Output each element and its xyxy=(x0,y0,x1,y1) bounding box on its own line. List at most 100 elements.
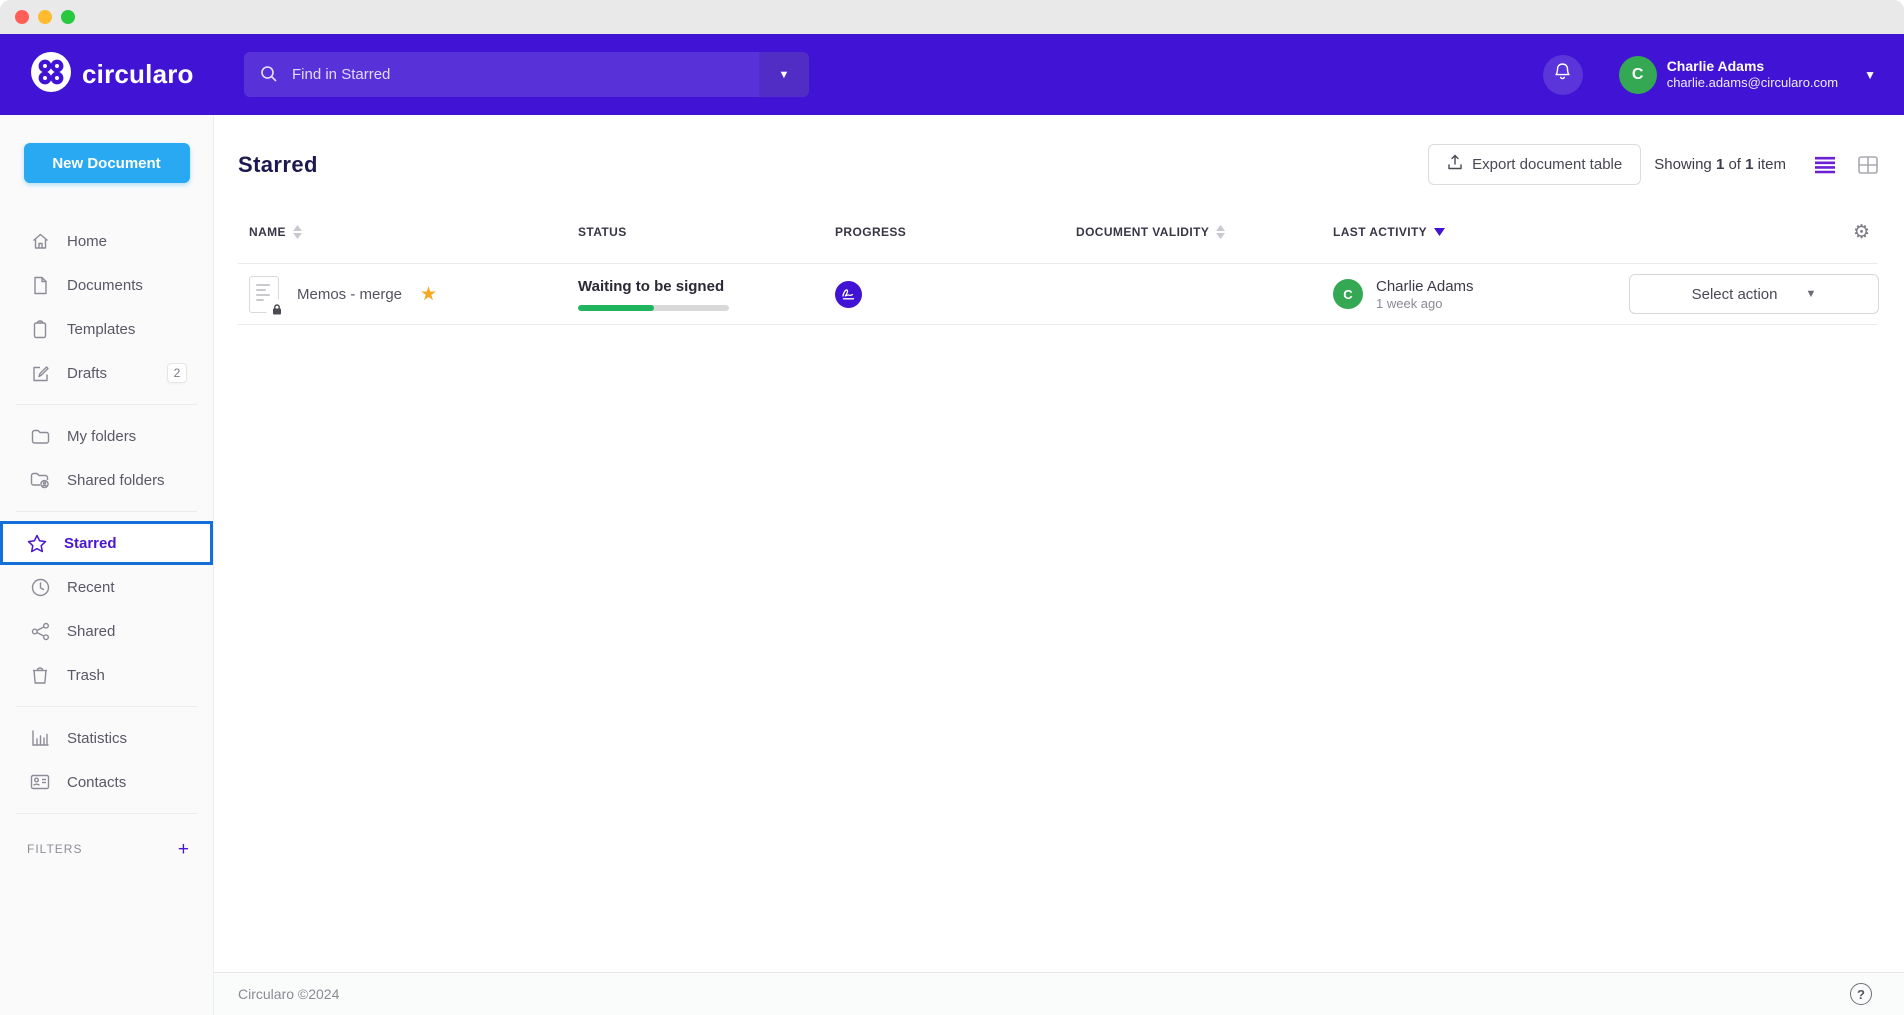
home-icon xyxy=(30,232,50,251)
sidebar: New Document Home Documents xyxy=(0,115,214,1015)
sidebar-item-contacts[interactable]: Contacts xyxy=(0,760,213,804)
column-header-progress[interactable]: PROGRESS xyxy=(835,225,1076,239)
user-menu-caret-icon: ▼ xyxy=(1864,68,1876,82)
sidebar-divider xyxy=(16,813,197,814)
new-document-button[interactable]: New Document xyxy=(24,143,190,183)
bell-icon xyxy=(1553,62,1572,87)
brand-name: circularo xyxy=(82,59,194,90)
brand-logo[interactable]: circularo xyxy=(0,51,214,98)
sidebar-item-shared[interactable]: Shared xyxy=(0,609,213,653)
search-bar[interactable]: ▼ xyxy=(244,52,809,97)
copyright-text: Circularo ©2024 xyxy=(238,986,339,1002)
signature-progress-icon[interactable] xyxy=(835,281,862,308)
select-action-button[interactable]: Select action ▼ xyxy=(1629,274,1879,314)
sidebar-item-label: Trash xyxy=(67,667,105,684)
lock-icon xyxy=(268,301,285,318)
shared-folder-icon xyxy=(30,471,50,489)
list-view-icon[interactable] xyxy=(1814,156,1836,174)
sidebar-item-label: Documents xyxy=(67,277,143,294)
share-icon xyxy=(30,622,50,641)
export-icon xyxy=(1447,154,1463,175)
sidebar-item-shared-folders[interactable]: Shared folders xyxy=(0,458,213,502)
sort-desc-icon xyxy=(1434,228,1445,236)
help-button[interactable]: ? xyxy=(1850,983,1872,1005)
document-thumbnail-icon xyxy=(249,276,279,313)
select-action-caret-icon: ▼ xyxy=(1806,288,1817,300)
minimize-window-button[interactable] xyxy=(38,10,52,24)
drafts-count-badge: 2 xyxy=(167,363,187,383)
export-button-label: Export document table xyxy=(1472,156,1622,173)
showing-count: Showing 1 of 1 item xyxy=(1654,156,1786,173)
table-header: NAME STATUS PROGRESS DOCUMENT VALIDITY xyxy=(238,221,1878,243)
status-text: Waiting to be signed xyxy=(578,278,775,295)
sidebar-item-label: Shared xyxy=(67,623,115,640)
sidebar-item-label: Drafts xyxy=(67,365,107,382)
sidebar-item-starred[interactable]: Starred xyxy=(0,521,213,565)
clock-icon xyxy=(30,578,50,597)
user-avatar: C xyxy=(1619,56,1657,94)
sidebar-divider xyxy=(16,706,197,707)
sidebar-item-label: Recent xyxy=(67,579,115,596)
document-icon xyxy=(30,276,50,295)
sidebar-item-templates[interactable]: Templates xyxy=(0,307,213,351)
user-meta: Charlie Adams charlie.adams@circularo.co… xyxy=(1667,58,1838,92)
sidebar-divider xyxy=(16,511,197,512)
contacts-icon xyxy=(30,774,50,790)
user-email: charlie.adams@circularo.com xyxy=(1667,75,1838,91)
column-header-status[interactable]: STATUS xyxy=(578,225,835,239)
activity-timestamp: 1 week ago xyxy=(1376,296,1474,311)
sidebar-item-label: Contacts xyxy=(67,774,126,791)
notifications-button[interactable] xyxy=(1543,55,1583,95)
sidebar-item-label: Home xyxy=(67,233,107,250)
sidebar-item-trash[interactable]: Trash xyxy=(0,653,213,697)
pencil-icon xyxy=(30,364,50,383)
chevron-down-icon: ▼ xyxy=(779,69,790,81)
circularo-logo-icon xyxy=(30,51,72,98)
column-header-document-validity[interactable]: DOCUMENT VALIDITY xyxy=(1076,225,1333,239)
activity-avatar: C xyxy=(1333,279,1363,309)
column-settings-gear-icon[interactable]: ⚙ xyxy=(1853,221,1870,243)
app-header: circularo ▼ C Char xyxy=(0,34,1904,115)
sidebar-item-recent[interactable]: Recent xyxy=(0,565,213,609)
favorite-star-icon[interactable]: ★ xyxy=(420,285,437,304)
user-menu[interactable]: C Charlie Adams charlie.adams@circularo.… xyxy=(1619,56,1876,94)
add-filter-button[interactable]: + xyxy=(178,840,189,859)
sidebar-item-label: My folders xyxy=(67,428,136,445)
name-cell: Memos - merge ★ xyxy=(249,276,578,313)
table-row[interactable]: Memos - merge ★ Waiting to be signed xyxy=(238,263,1878,325)
sidebar-item-label: Starred xyxy=(64,535,117,552)
app-window: circularo ▼ C Char xyxy=(0,0,1904,1015)
sidebar-item-documents[interactable]: Documents xyxy=(0,263,213,307)
activity-user-name: Charlie Adams xyxy=(1376,277,1474,297)
sidebar-item-label: Shared folders xyxy=(67,472,165,489)
search-scope-dropdown[interactable]: ▼ xyxy=(759,52,809,97)
main-content: Starred Export document table Showing 1 … xyxy=(214,115,1904,1015)
last-activity-cell: C Charlie Adams 1 week ago xyxy=(1333,277,1629,312)
search-input[interactable] xyxy=(292,66,732,83)
question-mark-icon: ? xyxy=(1857,987,1865,1002)
status-progress-fill xyxy=(578,305,654,311)
maximize-window-button[interactable] xyxy=(61,10,75,24)
star-icon xyxy=(27,534,47,553)
sidebar-item-my-folders[interactable]: My folders xyxy=(0,414,213,458)
sidebar-item-label: Statistics xyxy=(67,730,127,747)
column-header-last-activity[interactable]: LAST ACTIVITY xyxy=(1333,225,1629,239)
sidebar-item-drafts[interactable]: Drafts 2 xyxy=(0,351,213,395)
progress-cell xyxy=(835,281,1076,308)
search-icon xyxy=(260,65,278,88)
sidebar-item-home[interactable]: Home xyxy=(0,219,213,263)
macos-titlebar xyxy=(0,0,1904,34)
sort-icon xyxy=(1216,225,1225,239)
export-document-table-button[interactable]: Export document table xyxy=(1428,144,1641,185)
close-window-button[interactable] xyxy=(15,10,29,24)
grid-view-icon[interactable] xyxy=(1858,156,1878,174)
chart-icon xyxy=(30,729,50,747)
status-cell: Waiting to be signed xyxy=(578,278,835,311)
column-header-name[interactable]: NAME xyxy=(249,225,578,239)
status-progress-bar xyxy=(578,305,729,311)
folder-icon xyxy=(30,428,50,445)
user-name: Charlie Adams xyxy=(1667,58,1838,76)
filters-label: FILTERS xyxy=(27,842,82,856)
document-name[interactable]: Memos - merge xyxy=(297,286,402,303)
sidebar-item-statistics[interactable]: Statistics xyxy=(0,716,213,760)
